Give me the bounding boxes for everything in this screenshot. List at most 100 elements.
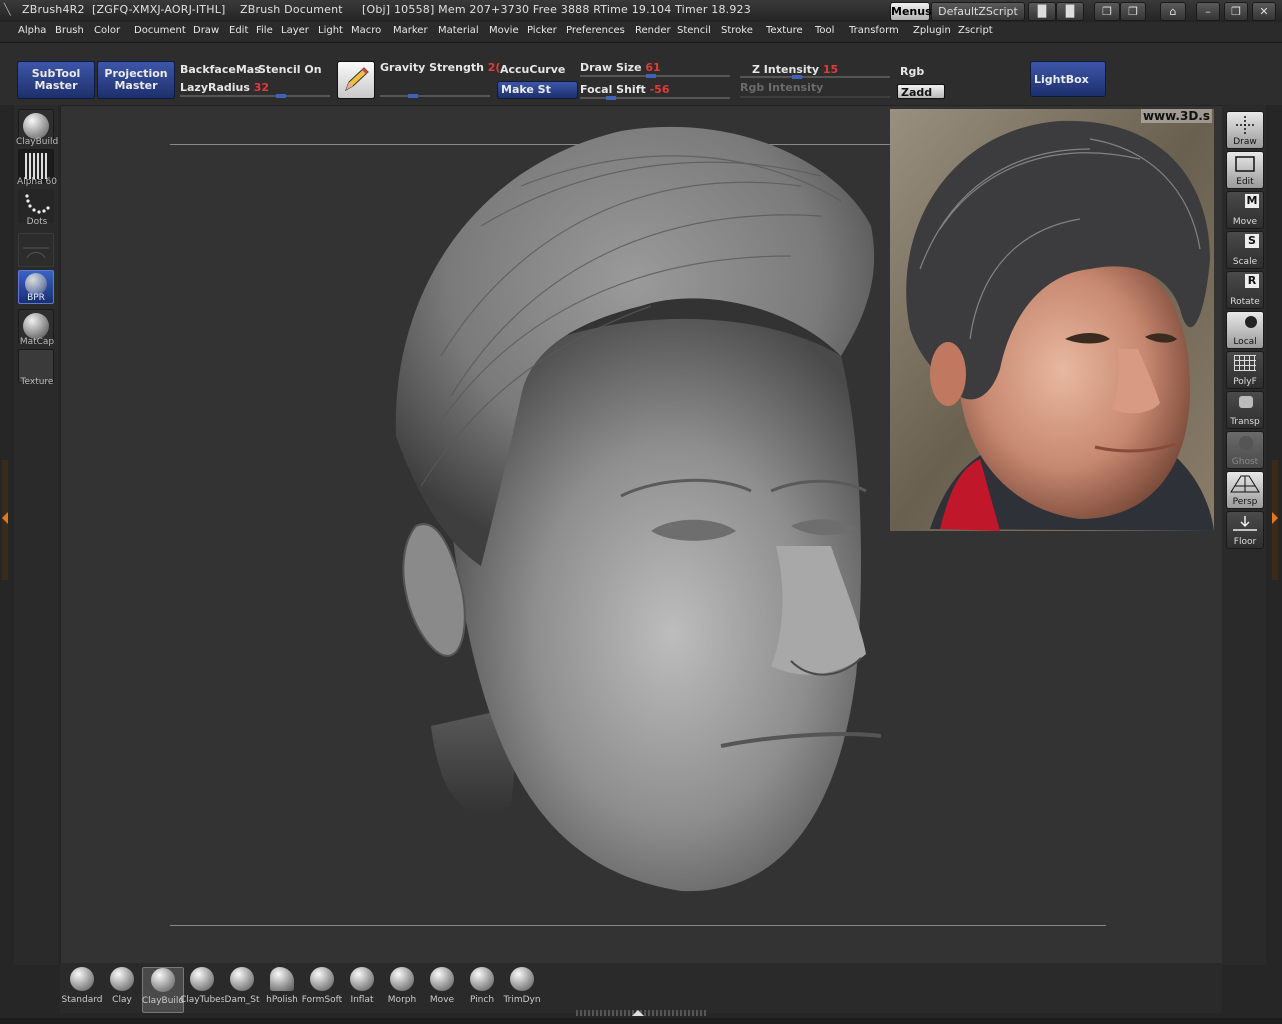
transparency-button[interactable]: Transp — [1226, 391, 1264, 429]
brush-standard-label: Standard — [61, 995, 103, 1005]
brush-damst[interactable]: Dam_St — [222, 967, 262, 1011]
draw-size-slider[interactable] — [580, 74, 730, 78]
stencil-on-button[interactable]: Stencil On — [258, 63, 322, 76]
menu-material[interactable]: Material — [438, 25, 479, 36]
menu-transform[interactable]: Transform — [849, 25, 899, 36]
menu-edit[interactable]: Edit — [229, 25, 248, 36]
default-zscript-button[interactable]: DefaultZScript — [931, 2, 1025, 21]
z-intensity-slider[interactable] — [740, 75, 890, 79]
rgb-button[interactable]: Rgb — [900, 65, 924, 78]
brush-move[interactable]: Move — [422, 967, 462, 1011]
lightbox-button[interactable]: LightBox — [1030, 61, 1106, 97]
scale-mode-button[interactable]: S Scale — [1226, 231, 1264, 269]
polyframe-button[interactable]: PolyF — [1226, 351, 1264, 389]
menu-marker[interactable]: Marker — [393, 25, 428, 36]
draw-size-knob[interactable] — [646, 74, 656, 78]
rgb-intensity-label[interactable]: Rgb Intensity — [740, 81, 823, 94]
window-cascade-icon[interactable]: ❐ — [1094, 2, 1120, 21]
layout-right-icon[interactable]: ▐▌ — [1056, 2, 1084, 21]
floor-button[interactable]: Floor — [1226, 511, 1264, 549]
menu-texture[interactable]: Texture — [766, 25, 803, 36]
restore-icon[interactable]: ❐ — [1224, 2, 1248, 21]
edit-mode-pencil-icon[interactable] — [337, 61, 375, 99]
focal-shift-slider[interactable] — [580, 96, 730, 100]
reference-photo[interactable]: www.3D.s — [890, 109, 1214, 531]
move-mode-button[interactable]: M Move — [1226, 191, 1264, 229]
lock-icon[interactable]: ⌂ — [1160, 2, 1186, 21]
layout-left-icon[interactable]: ▐▌ — [1028, 2, 1056, 21]
zadd-button[interactable]: Zadd — [897, 84, 945, 99]
menu-tool[interactable]: Tool — [815, 25, 834, 36]
gravity-strength-knob[interactable] — [408, 94, 418, 98]
z-intensity-knob[interactable] — [792, 75, 802, 79]
bpr-label: BPR — [27, 293, 45, 303]
menu-macro[interactable]: Macro — [351, 25, 381, 36]
backface-mask-button[interactable]: BackfaceMas — [180, 63, 261, 76]
menu-picker[interactable]: Picker — [527, 25, 557, 36]
edit-mode-button[interactable]: Edit — [1226, 151, 1264, 189]
draw-size-label[interactable]: Draw Size 61 — [580, 61, 661, 74]
gravity-strength-slider[interactable] — [380, 94, 490, 98]
focal-shift-knob[interactable] — [606, 96, 616, 100]
menu-draw[interactable]: Draw — [193, 25, 219, 36]
menus-button[interactable]: Menus — [890, 2, 932, 21]
brush-claybuild[interactable]: ClayBuild — [142, 967, 184, 1013]
brush-morph[interactable]: Morph — [382, 967, 422, 1011]
ghost-button[interactable]: Ghost — [1226, 431, 1264, 469]
draw-size-value: 61 — [645, 61, 661, 74]
bpr-button[interactable]: BPR — [18, 270, 54, 304]
document-canvas[interactable]: www.3D.s — [60, 105, 1224, 965]
window-tile-icon[interactable]: ❐ — [1120, 2, 1146, 21]
menu-document[interactable]: Document — [134, 25, 186, 36]
menu-brush[interactable]: Brush — [55, 25, 84, 36]
menu-zscript[interactable]: Zscript — [958, 25, 993, 36]
lazy-radius-knob[interactable] — [276, 94, 286, 98]
menu-light[interactable]: Light — [318, 25, 343, 36]
brush-inflat[interactable]: Inflat — [342, 967, 382, 1011]
menu-stroke[interactable]: Stroke — [721, 25, 753, 36]
menu-layer[interactable]: Layer — [281, 25, 309, 36]
draw-mode-button[interactable]: Draw — [1226, 111, 1264, 149]
brush-standard[interactable]: Standard — [62, 967, 102, 1011]
brush-morph-label: Morph — [387, 995, 417, 1005]
menu-preferences[interactable]: Preferences — [566, 25, 625, 36]
menu-file[interactable]: File — [256, 25, 273, 36]
sculpted-head-model[interactable] — [321, 106, 901, 906]
menu-alpha[interactable]: Alpha — [18, 25, 46, 36]
lazy-radius-value: 32 — [253, 81, 270, 94]
projection-master-line2: Master — [114, 79, 158, 92]
gravity-strength-value: 2( — [487, 61, 501, 74]
lazy-radius-label[interactable]: LazyRadius 32 — [180, 81, 269, 94]
brush-formsoft[interactable]: FormSoft — [302, 967, 342, 1011]
lazy-radius-slider[interactable] — [180, 94, 330, 98]
accucurve-button[interactable]: AccuCurve — [500, 63, 565, 76]
menu-movie[interactable]: Movie — [489, 25, 519, 36]
bottom-tray-arrow-icon[interactable] — [632, 1010, 644, 1016]
subtool-master-button[interactable]: SubTool Master — [17, 61, 95, 99]
close-icon[interactable]: ✕ — [1252, 2, 1276, 21]
left-tray-arrow-icon[interactable] — [2, 512, 8, 524]
local-button[interactable]: Local — [1226, 311, 1264, 349]
menu-zplugin[interactable]: Zplugin — [913, 25, 951, 36]
right-tray-arrow-icon[interactable] — [1272, 512, 1278, 524]
brush-trimdyn[interactable]: TrimDyn — [502, 967, 542, 1011]
minimize-icon[interactable]: – — [1196, 2, 1220, 21]
focal-shift-label[interactable]: Focal Shift -56 — [580, 83, 669, 96]
projection-master-button[interactable]: Projection Master — [97, 61, 175, 99]
brush-claytubes[interactable]: ClayTubes — [180, 967, 224, 1011]
perspective-button[interactable]: Persp — [1226, 471, 1264, 509]
rotate-mode-button[interactable]: R Rotate — [1226, 271, 1264, 309]
brush-damst-label: Dam_St — [224, 995, 260, 1005]
brush-hpolish[interactable]: hPolish — [262, 967, 302, 1011]
brush-clay[interactable]: Clay — [102, 967, 142, 1011]
brush-claytubes-label: ClayTubes — [180, 995, 224, 1005]
gravity-strength-label[interactable]: Gravity Strength 2( — [380, 61, 500, 74]
app-title: ZBrush4R2 — [22, 3, 85, 16]
menu-color[interactable]: Color — [94, 25, 120, 36]
make-st-button[interactable]: Make St — [497, 81, 578, 99]
rgb-intensity-slider[interactable] — [740, 96, 890, 98]
menu-render[interactable]: Render — [635, 25, 671, 36]
menu-stencil[interactable]: Stencil — [677, 25, 711, 36]
brush-pinch[interactable]: Pinch — [462, 967, 502, 1011]
document-title: ZBrush Document — [240, 3, 343, 16]
